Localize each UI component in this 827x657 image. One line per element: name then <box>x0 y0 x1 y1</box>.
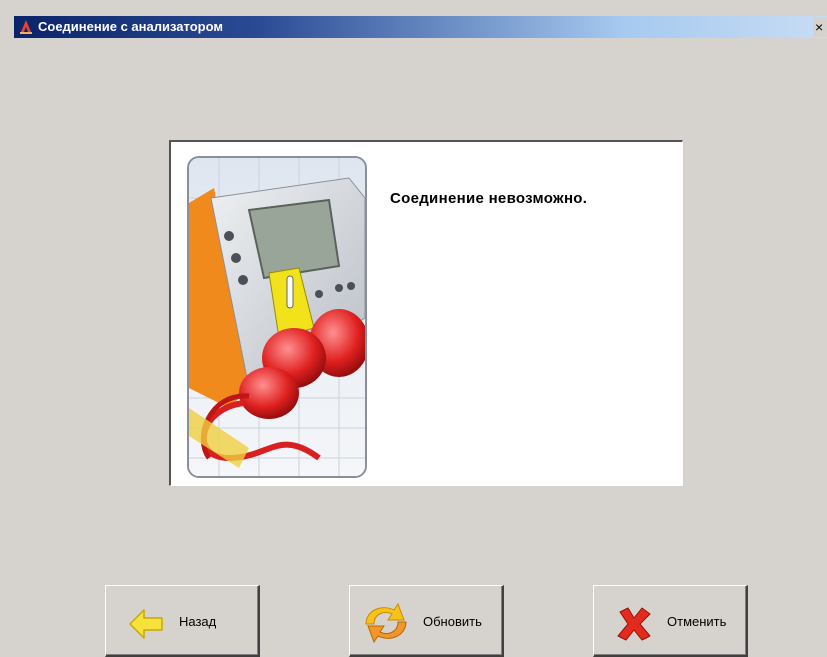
cancel-x-icon <box>617 607 651 641</box>
refresh-button[interactable]: Обновить <box>349 585 504 657</box>
cancel-button[interactable]: Отменить <box>593 585 748 657</box>
app-icon <box>20 20 32 34</box>
content-panel: Соединение невозможно. <box>169 140 683 486</box>
refresh-icon <box>365 602 407 644</box>
window-title: Соединение с анализатором <box>38 19 223 34</box>
arrow-left-icon <box>129 609 163 639</box>
close-button[interactable]: × <box>813 17 827 37</box>
back-button[interactable]: Назад <box>105 585 260 657</box>
analyzer-connection-illustration <box>187 156 367 478</box>
title-bar: Соединение с анализатором × <box>0 0 827 40</box>
analyzer-plug-icon <box>189 158 365 476</box>
back-button-label: Назад <box>179 614 217 629</box>
status-message: Соединение невозможно. <box>390 190 588 207</box>
cancel-button-label: Отменить <box>667 614 727 629</box>
refresh-button-label: Обновить <box>423 614 482 629</box>
